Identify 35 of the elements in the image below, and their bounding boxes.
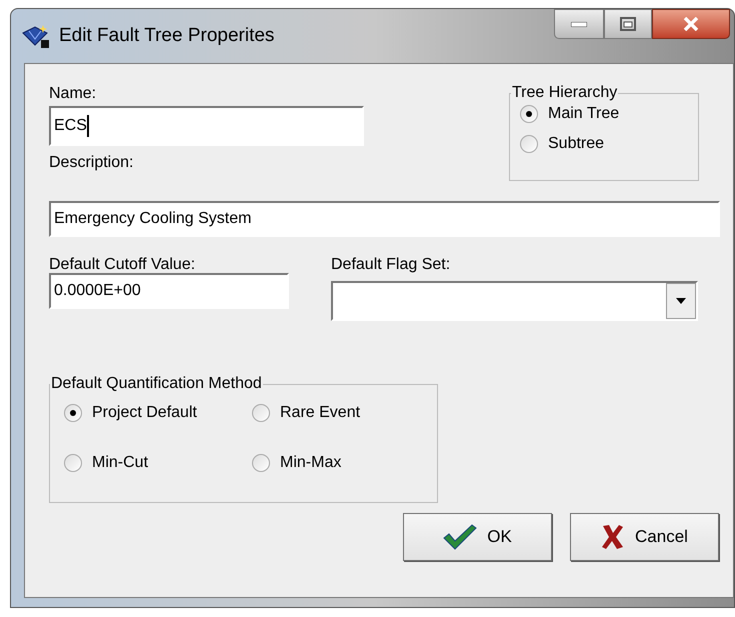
radio-label: Min-Cut bbox=[92, 453, 148, 473]
close-button[interactable] bbox=[652, 9, 730, 39]
radio-label: Main Tree bbox=[548, 104, 620, 124]
window-title: Edit Fault Tree Properites bbox=[59, 24, 274, 48]
maximize-icon bbox=[620, 17, 636, 31]
cancel-button[interactable]: Cancel bbox=[570, 513, 719, 561]
radio-label: Project Default bbox=[92, 403, 197, 423]
radio-button[interactable] bbox=[64, 404, 82, 422]
minimize-icon bbox=[571, 22, 587, 26]
radio-button[interactable] bbox=[252, 454, 270, 472]
radio-button[interactable] bbox=[520, 105, 538, 123]
cutoff-field[interactable]: 0.0000E+00 bbox=[49, 273, 289, 309]
minimize-button[interactable] bbox=[554, 9, 604, 39]
field-label: Default Cutoff Value: bbox=[49, 257, 196, 273]
radio-label: Rare Event bbox=[280, 403, 360, 423]
close-icon bbox=[683, 17, 699, 31]
radio-label: Min-Max bbox=[280, 453, 342, 473]
flag-set-dropdown[interactable] bbox=[331, 281, 698, 321]
description-field[interactable]: Emergency Cooling System bbox=[49, 201, 720, 237]
radio-button[interactable] bbox=[252, 404, 270, 422]
group-title: Default Quantification Method bbox=[50, 375, 263, 393]
radio-button[interactable] bbox=[520, 135, 538, 153]
group-title: Tree Hierarchy bbox=[511, 84, 618, 102]
cross-icon bbox=[601, 524, 626, 550]
radio-label: Subtree bbox=[548, 134, 604, 154]
dropdown-arrow-icon bbox=[676, 298, 686, 304]
field-label: Name: bbox=[49, 84, 98, 104]
ok-button[interactable]: OK bbox=[403, 513, 552, 561]
check-icon bbox=[443, 524, 478, 550]
maximize-button[interactable] bbox=[604, 9, 652, 39]
name-field[interactable]: ECS bbox=[49, 106, 364, 146]
field-label: Default Flag Set: bbox=[331, 257, 452, 273]
field-label: Description: bbox=[49, 153, 134, 173]
app-icon bbox=[21, 23, 51, 49]
radio-button[interactable] bbox=[64, 454, 82, 472]
